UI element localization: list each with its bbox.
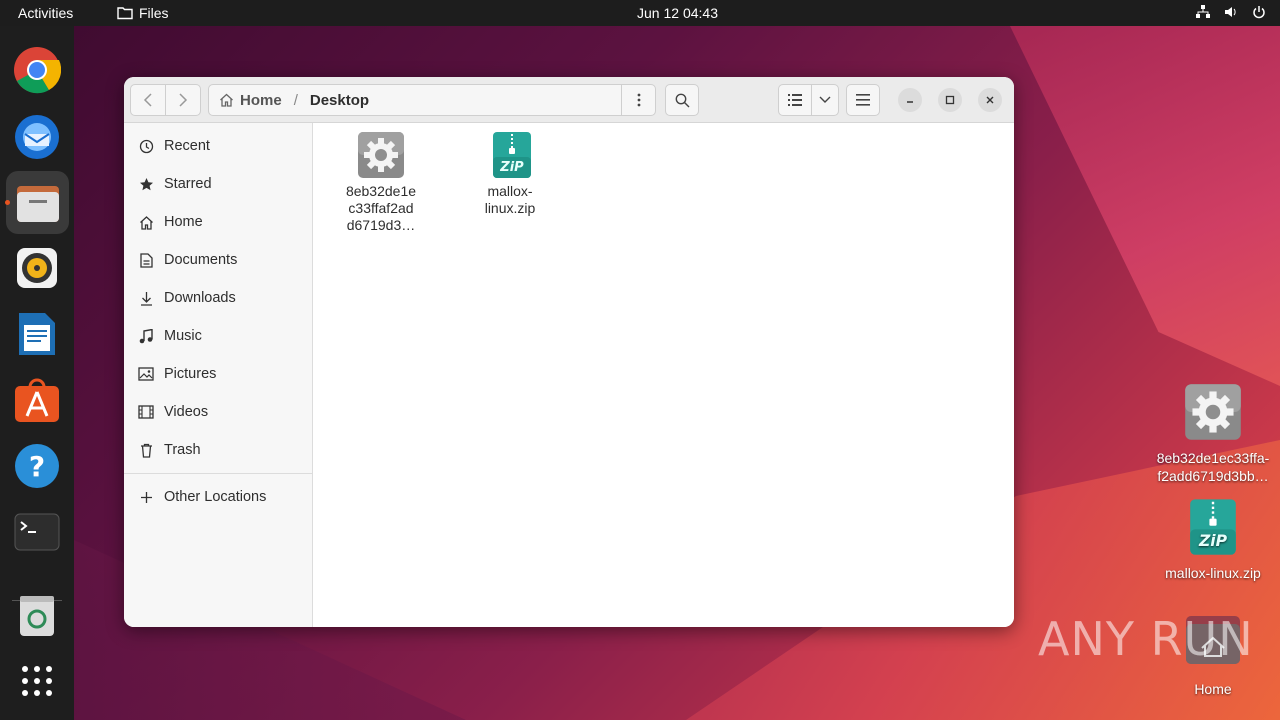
clock[interactable]: Jun 12 04:43 — [0, 5, 1280, 21]
vertical-dots-icon — [637, 93, 640, 107]
plus-icon — [138, 489, 154, 505]
path-separator: / — [293, 91, 298, 109]
star-icon — [138, 176, 154, 192]
sidebar-item-pictures[interactable]: Pictures — [124, 355, 312, 393]
sidebar-item-home[interactable]: Home — [124, 203, 312, 241]
header-bar: Home / Desktop — [124, 77, 1014, 123]
desktop-icon[interactable]: 8eb32de1ec33ffa- f2add6719d3bb… — [1148, 383, 1278, 485]
main-menu-button[interactable] — [846, 84, 880, 116]
volume-icon[interactable] — [1224, 5, 1238, 19]
terminal-icon[interactable] — [12, 507, 62, 557]
video-icon — [138, 404, 154, 420]
home-icon — [220, 93, 233, 107]
zip-archive-icon: ZiP — [1184, 498, 1242, 556]
sidebar-item-music[interactable]: Music — [124, 317, 312, 355]
sidebar-divider — [124, 473, 312, 474]
path-menu-button[interactable] — [621, 85, 655, 115]
dock: ? — [0, 26, 74, 720]
hamburger-icon — [856, 94, 870, 106]
sidebar-item-label: Music — [164, 328, 202, 344]
executable-gear-icon — [357, 131, 405, 179]
list-view-icon — [788, 94, 802, 106]
path-current[interactable]: Desktop — [310, 92, 369, 109]
path-home-label: Home — [240, 91, 282, 109]
top-bar: Activities Files Jun 12 04:43 — [0, 0, 1280, 26]
power-icon[interactable] — [1252, 5, 1266, 19]
search-button[interactable] — [665, 84, 699, 116]
desktop-icon-label: Home — [1194, 681, 1232, 697]
wallpaper-shape — [1010, 26, 1280, 386]
path-bar[interactable]: Home / Desktop — [208, 84, 656, 116]
file-view: 8eb32de1e c33ffaf2ad d6719d3… ZiP mallox… — [313, 123, 1014, 627]
thunderbird-icon[interactable] — [12, 111, 62, 161]
sidebar-item-videos[interactable]: Videos — [124, 393, 312, 431]
files-icon[interactable] — [6, 171, 69, 234]
desktop-icon[interactable]: ZiP mallox-linux.zip — [1148, 498, 1278, 582]
svg-text:ZiP: ZiP — [1198, 532, 1228, 550]
file-name: 8eb32de1e c33ffaf2ad d6719d3… — [326, 183, 436, 234]
sidebar: Recent Starred Home Documents Downloads … — [124, 123, 313, 627]
app-center-icon[interactable] — [12, 375, 62, 425]
sidebar-item-label: Documents — [164, 252, 238, 268]
desktop-icon-label: mallox-linux.zip — [1165, 565, 1261, 581]
system-tray[interactable] — [1196, 5, 1266, 19]
sidebar-item-starred[interactable]: Starred — [124, 165, 312, 203]
chevron-down-icon — [819, 96, 831, 103]
sidebar-item-label: Downloads — [164, 290, 236, 306]
clock-icon — [138, 138, 154, 154]
sidebar-item-trash[interactable]: Trash — [124, 431, 312, 469]
watermark: ANY RUN — [1038, 612, 1254, 666]
trash-icon — [138, 442, 154, 458]
sidebar-item-downloads[interactable]: Downloads — [124, 279, 312, 317]
svg-text:ZiP: ZiP — [499, 160, 524, 175]
trash-icon[interactable] — [12, 590, 62, 640]
sidebar-item-label: Videos — [164, 404, 209, 420]
libreoffice-writer-icon[interactable] — [12, 309, 62, 359]
sidebar-item-label: Home — [164, 214, 203, 230]
file-name-line: mallox- linux.zip — [484, 183, 536, 216]
music-icon — [138, 328, 154, 344]
svg-text:?: ? — [29, 450, 45, 483]
network-icon[interactable] — [1196, 5, 1210, 19]
sidebar-item-label: Starred — [164, 176, 212, 192]
running-indicator — [5, 200, 10, 205]
show-apps-icon[interactable] — [12, 656, 62, 706]
help-icon[interactable]: ? — [12, 441, 62, 491]
sidebar-item-other-locations[interactable]: Other Locations — [124, 478, 312, 516]
maximize-icon — [945, 95, 955, 105]
file-item[interactable]: ZiP mallox- linux.zip — [455, 131, 565, 217]
file-name: mallox- linux.zip — [455, 183, 565, 217]
download-icon — [138, 290, 154, 306]
document-icon — [138, 252, 154, 268]
view-list-button[interactable] — [778, 84, 812, 116]
path-home-button[interactable]: Home — [209, 92, 282, 109]
chrome-icon[interactable] — [12, 45, 62, 95]
file-item[interactable]: 8eb32de1e c33ffaf2ad d6719d3… — [326, 131, 436, 234]
chevron-left-icon — [143, 93, 152, 107]
search-icon — [675, 93, 689, 107]
sidebar-item-label: Other Locations — [164, 489, 267, 505]
forward-button[interactable] — [165, 84, 201, 116]
minimize-icon — [907, 101, 913, 103]
rhythmbox-icon[interactable] — [12, 243, 62, 293]
home-icon — [138, 214, 154, 230]
sidebar-item-recent[interactable]: Recent — [124, 127, 312, 165]
picture-icon — [138, 366, 154, 382]
executable-gear-icon — [1184, 383, 1242, 441]
sidebar-item-label: Pictures — [164, 366, 217, 382]
sidebar-item-label: Trash — [164, 442, 201, 458]
back-button[interactable] — [130, 84, 166, 116]
chevron-right-icon — [179, 93, 188, 107]
close-button[interactable] — [978, 88, 1002, 112]
view-options-button[interactable] — [811, 84, 839, 116]
desktop-icon-label: 8eb32de1ec33ffa- f2add6719d3bb… — [1156, 450, 1270, 484]
maximize-button[interactable] — [938, 88, 962, 112]
sidebar-item-label: Recent — [164, 138, 210, 154]
zip-archive-icon: ZiP — [486, 131, 534, 179]
file-name-line: 8eb32de1e c33ffaf2ad d6719d3… — [345, 183, 417, 233]
close-icon — [986, 96, 994, 104]
minimize-button[interactable] — [898, 88, 922, 112]
files-window: Home / Desktop Recent Starred Home Docum… — [124, 77, 1014, 627]
sidebar-item-documents[interactable]: Documents — [124, 241, 312, 279]
